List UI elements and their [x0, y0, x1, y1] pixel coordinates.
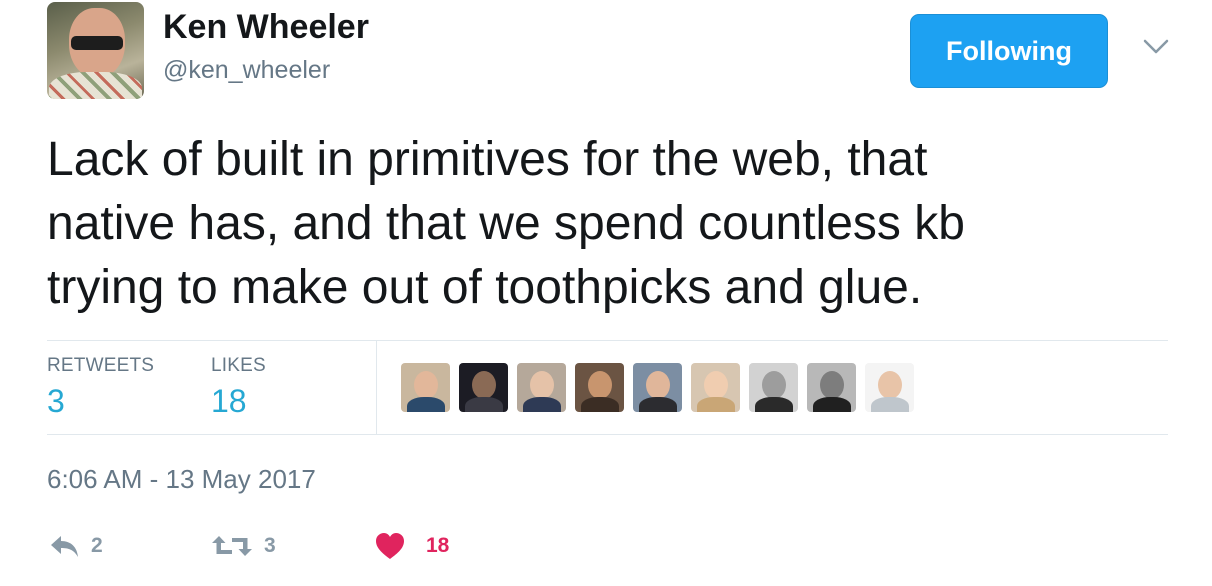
liker-avatar[interactable]: [517, 363, 566, 412]
reply-count: 2: [91, 534, 103, 557]
liker-avatars: [401, 363, 914, 412]
author-name[interactable]: Ken Wheeler: [163, 8, 369, 47]
retweet-icon: [210, 532, 254, 560]
liker-avatar[interactable]: [401, 363, 450, 412]
likes-label: LIKES: [211, 355, 266, 376]
likes-count: 18: [211, 383, 247, 419]
retweet-count: 3: [264, 534, 276, 557]
liker-avatar[interactable]: [807, 363, 856, 412]
heart-icon: [374, 531, 406, 561]
likes-stat[interactable]: LIKES 18: [211, 355, 266, 420]
retweets-count: 3: [47, 383, 65, 419]
retweets-stat[interactable]: RETWEETS 3: [47, 355, 154, 420]
like-count: 18: [426, 534, 450, 557]
author-avatar[interactable]: [47, 2, 144, 99]
reply-button[interactable]: 2: [47, 526, 103, 566]
liker-avatar[interactable]: [633, 363, 682, 412]
chevron-down-icon[interactable]: [1142, 36, 1170, 58]
liker-avatar[interactable]: [749, 363, 798, 412]
stats-vertical-divider: [376, 341, 377, 434]
liker-avatar[interactable]: [865, 363, 914, 412]
author-handle[interactable]: @ken_wheeler: [163, 56, 330, 85]
tweet-timestamp[interactable]: 6:06 AM - 13 May 2017: [47, 464, 316, 495]
retweets-label: RETWEETS: [47, 355, 155, 376]
avatar-glasses: [71, 36, 123, 50]
liker-avatar[interactable]: [459, 363, 508, 412]
liker-avatar[interactable]: [691, 363, 740, 412]
tweet-text: Lack of built in primitives for the web,…: [47, 133, 965, 314]
following-button[interactable]: Following: [910, 14, 1108, 88]
liker-avatar[interactable]: [575, 363, 624, 412]
like-button[interactable]: 18: [374, 526, 449, 566]
avatar-shirt: [49, 72, 142, 99]
stats-divider-bottom: [47, 434, 1168, 435]
stats-divider-top: [47, 340, 1168, 341]
retweet-button[interactable]: 3: [210, 526, 276, 566]
reply-icon: [47, 532, 81, 560]
